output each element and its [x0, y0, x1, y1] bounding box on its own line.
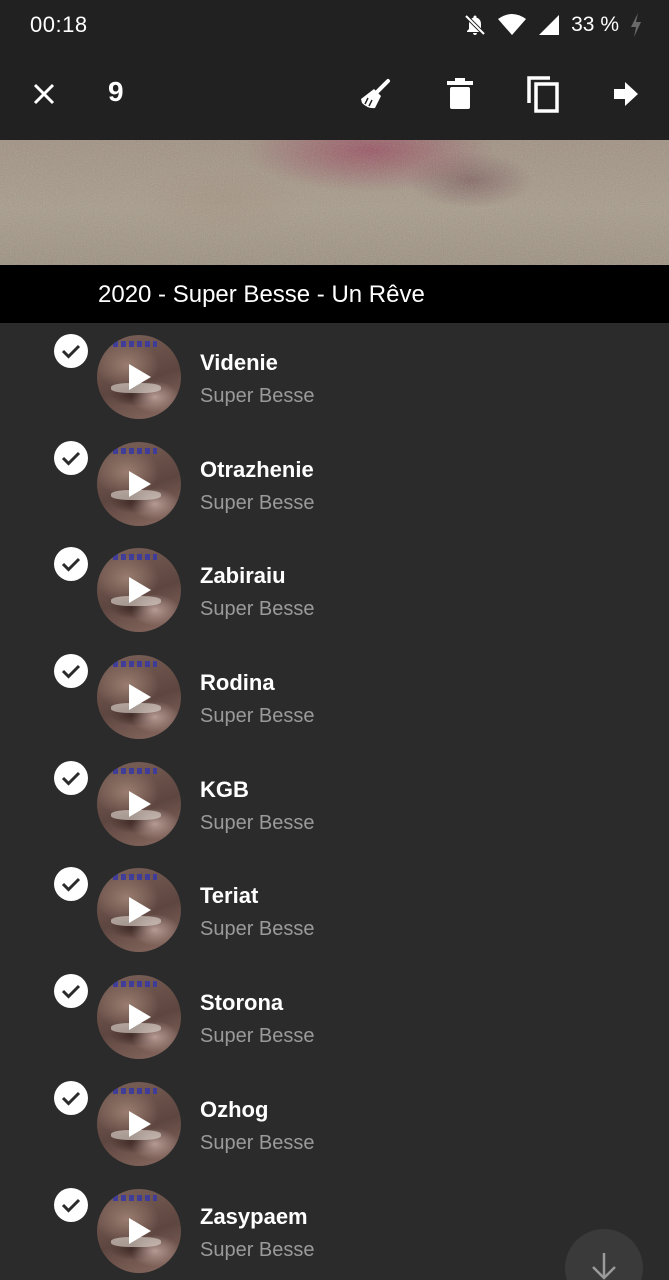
play-icon — [129, 790, 151, 817]
track-thumbnail[interactable] — [97, 548, 181, 633]
track-title: Storona — [200, 990, 284, 1016]
track-row[interactable]: Storona Super Besse — [0, 963, 669, 1070]
signal-icon — [537, 13, 561, 37]
track-artist: Super Besse — [200, 705, 315, 728]
track-artist: Super Besse — [200, 918, 315, 941]
wifi-icon — [497, 13, 527, 37]
selection-toolbar: 9 — [0, 52, 669, 140]
copy-button[interactable] — [521, 74, 565, 118]
track-thumbnail[interactable] — [97, 441, 181, 526]
track-thumbnail[interactable] — [97, 868, 181, 953]
track-title: Rodina — [200, 670, 275, 696]
track-title: KGB — [200, 776, 249, 802]
track-list: Videnie Super Besse Otrazhenie Super Bes… — [0, 323, 669, 1280]
track-title: Zasypaem — [200, 1203, 308, 1229]
battery-percent: 33 % — [571, 13, 619, 36]
album-title: 2020 - Super Besse - Un Rêve — [98, 281, 425, 308]
track-artist: Super Besse — [200, 385, 315, 407]
checkmark-icon[interactable] — [54, 760, 88, 795]
trash-icon — [447, 77, 473, 115]
arrow-right-icon — [612, 80, 640, 113]
track-title: Teriat — [200, 883, 259, 909]
screen: 00:18 33 % 9 2020 - Super Besse - Un Rêv… — [0, 0, 669, 1280]
close-button[interactable] — [22, 74, 66, 118]
play-icon — [129, 470, 151, 497]
track-artist: Super Besse — [200, 1025, 315, 1048]
status-time: 00:18 — [30, 12, 88, 37]
arrow-down-icon — [590, 1229, 618, 1280]
checkmark-icon[interactable] — [54, 654, 88, 689]
selected-count: 9 — [108, 76, 124, 107]
checkmark-icon[interactable] — [54, 334, 88, 368]
move-button[interactable] — [604, 74, 648, 118]
copy-icon — [526, 75, 560, 118]
album-art-banner — [0, 140, 669, 265]
track-artist: Super Besse — [200, 598, 315, 621]
play-icon — [129, 577, 151, 604]
delete-button[interactable] — [438, 74, 482, 118]
checkmark-icon[interactable] — [54, 974, 88, 1009]
checkmark-icon[interactable] — [54, 867, 88, 902]
track-row[interactable]: Ozhog Super Besse — [0, 1070, 669, 1177]
track-thumbnail[interactable] — [97, 761, 181, 846]
track-row[interactable]: Rodina Super Besse — [0, 643, 669, 750]
play-icon — [129, 1110, 151, 1137]
checkmark-icon[interactable] — [54, 547, 88, 582]
bell-off-icon — [463, 13, 487, 37]
play-icon — [129, 1217, 151, 1244]
battery-charging-icon — [629, 12, 643, 38]
track-thumbnail[interactable] — [97, 1081, 181, 1166]
play-icon — [129, 1004, 151, 1031]
checkmark-icon[interactable] — [54, 1080, 88, 1115]
track-row[interactable]: Otrazhenie Super Besse — [0, 430, 669, 537]
track-thumbnail[interactable] — [97, 335, 181, 419]
play-icon — [129, 684, 151, 711]
track-title: Ozhog — [200, 1096, 269, 1122]
track-title: Otrazhenie — [200, 456, 314, 482]
clear-selection-button[interactable] — [353, 74, 397, 118]
track-row[interactable]: Zabiraiu Super Besse — [0, 536, 669, 643]
status-icons: 33 % — [463, 10, 643, 40]
track-artist: Super Besse — [200, 1131, 315, 1154]
checkmark-icon[interactable] — [54, 1187, 88, 1222]
status-bar: 00:18 33 % — [0, 0, 669, 52]
track-row[interactable]: Videnie Super Besse — [0, 323, 669, 430]
track-artist: Super Besse — [200, 811, 315, 834]
broom-icon — [358, 77, 392, 116]
track-title: Videnie — [200, 350, 278, 375]
close-icon — [33, 83, 55, 110]
checkmark-icon[interactable] — [54, 440, 88, 475]
album-title-bar: 2020 - Super Besse - Un Rêve — [0, 265, 669, 323]
track-artist: Super Besse — [200, 1238, 315, 1261]
track-thumbnail[interactable] — [97, 655, 181, 740]
track-thumbnail[interactable] — [97, 1188, 181, 1273]
play-icon — [129, 897, 151, 924]
track-row[interactable]: KGB Super Besse — [0, 750, 669, 857]
play-icon — [129, 364, 151, 390]
track-thumbnail[interactable] — [97, 975, 181, 1060]
track-title: Zabiraiu — [200, 563, 286, 589]
track-artist: Super Besse — [200, 491, 315, 514]
track-row[interactable]: Teriat Super Besse — [0, 856, 669, 963]
